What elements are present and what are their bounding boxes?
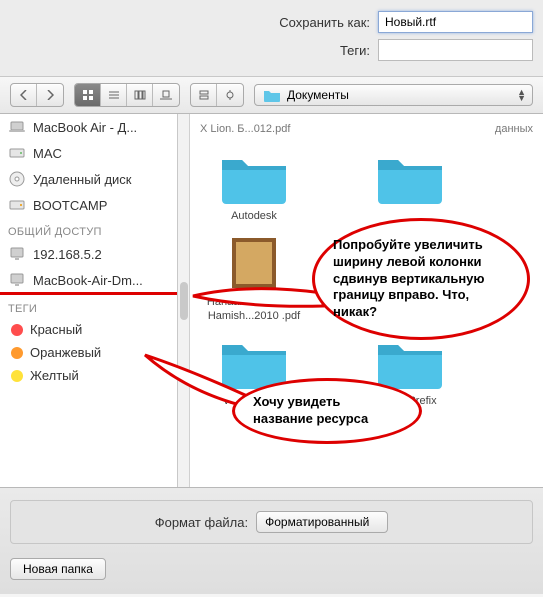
bottom-panel: Формат файла: Форматированный Новая папк… — [0, 487, 543, 594]
location-popup[interactable]: Документы ▲▼ — [254, 84, 533, 106]
callout-tail — [188, 278, 328, 318]
folder-icon — [374, 333, 446, 391]
save-as-label: Сохранить как: — [279, 15, 370, 30]
annotation-callout: Хочу увидеть название ресурса — [232, 378, 422, 444]
tags-input[interactable] — [378, 39, 533, 61]
forward-button[interactable] — [37, 84, 63, 106]
sidebar-device[interactable]: MAC — [0, 140, 177, 166]
file-label: Autodesk — [231, 210, 277, 224]
filename-input[interactable] — [378, 11, 533, 33]
sidebar-item-label: MacBook-Air-Dm... — [33, 273, 143, 288]
sidebar-item-label: Оранжевый — [30, 345, 101, 360]
tag-dot-icon — [11, 370, 23, 382]
location-label: Документы — [287, 88, 349, 102]
tag-dot-icon — [11, 347, 23, 359]
finder-toolbar: Документы ▲▼ — [0, 77, 543, 114]
back-button[interactable] — [11, 84, 37, 106]
action-button[interactable] — [217, 84, 243, 106]
grouping-group — [190, 83, 244, 107]
callout-text: Попробуйте увеличить ширину левой колонк… — [333, 237, 509, 321]
monitor-icon — [8, 245, 26, 263]
remote-disc-icon — [8, 170, 26, 188]
path-crumb: данных — [495, 123, 533, 135]
sidebar-tag-item[interactable]: Красный — [0, 318, 177, 341]
column-view-button[interactable] — [127, 84, 153, 106]
sidebar-item-label: BOOTCAMP — [33, 198, 107, 213]
sidebar-shared-header: ОБЩИЙ ДОСТУП — [0, 218, 177, 241]
format-label: Формат файла: — [155, 515, 248, 530]
sidebar-item-label: MacBook Air - Д... — [33, 120, 137, 135]
folder-icon — [374, 148, 446, 206]
coverflow-view-button[interactable] — [153, 84, 179, 106]
sidebar-device[interactable]: Удаленный диск — [0, 166, 177, 192]
file-item[interactable] — [356, 148, 464, 224]
path-crumb: X Lion. Б...012.pdf — [200, 123, 290, 135]
sidebar: MacBook Air - Д... MAC Удаленный диск BO… — [0, 114, 178, 487]
format-value: Форматированный — [265, 515, 369, 529]
sidebar-item-label: Удаленный диск — [33, 172, 131, 187]
sidebar-item-label: Красный — [30, 322, 82, 337]
sidebar-item-label: Желтый — [30, 368, 79, 383]
nav-back-forward — [10, 83, 64, 107]
list-view-button[interactable] — [101, 84, 127, 106]
annotation-callout: Попробуйте увеличить ширину левой колонк… — [312, 218, 530, 340]
folder-icon — [218, 148, 290, 206]
sidebar-item-label: MAC — [33, 146, 62, 161]
file-item[interactable]: Autodesk — [200, 148, 308, 224]
disk-icon — [8, 144, 26, 162]
sidebar-shared-item[interactable]: MacBook-Air-Dm... — [0, 267, 177, 293]
tags-label: Теги: — [340, 43, 370, 58]
view-switcher — [74, 83, 180, 107]
sidebar-tags-header: ТЕГИ — [0, 295, 177, 318]
icon-view-button[interactable] — [75, 84, 101, 106]
sidebar-shared-item[interactable]: 192.168.5.2 — [0, 241, 177, 267]
callout-text: Хочу увидеть название ресурса — [253, 394, 401, 428]
new-folder-button[interactable]: Новая папка — [10, 558, 106, 580]
sidebar-device[interactable]: BOOTCAMP — [0, 192, 177, 218]
laptop-icon — [8, 118, 26, 136]
tag-dot-icon — [11, 324, 23, 336]
sidebar-item-label: 192.168.5.2 — [33, 247, 102, 262]
popup-arrows-icon: ▲▼ — [517, 89, 526, 101]
disk-icon — [8, 196, 26, 214]
group-by-button[interactable] — [191, 84, 217, 106]
save-as-panel: Сохранить как: Теги: — [0, 0, 543, 77]
folder-icon — [263, 86, 281, 104]
monitor-icon — [8, 271, 26, 289]
format-popup[interactable]: Форматированный — [256, 511, 388, 533]
sidebar-device[interactable]: MacBook Air - Д... — [0, 114, 177, 140]
